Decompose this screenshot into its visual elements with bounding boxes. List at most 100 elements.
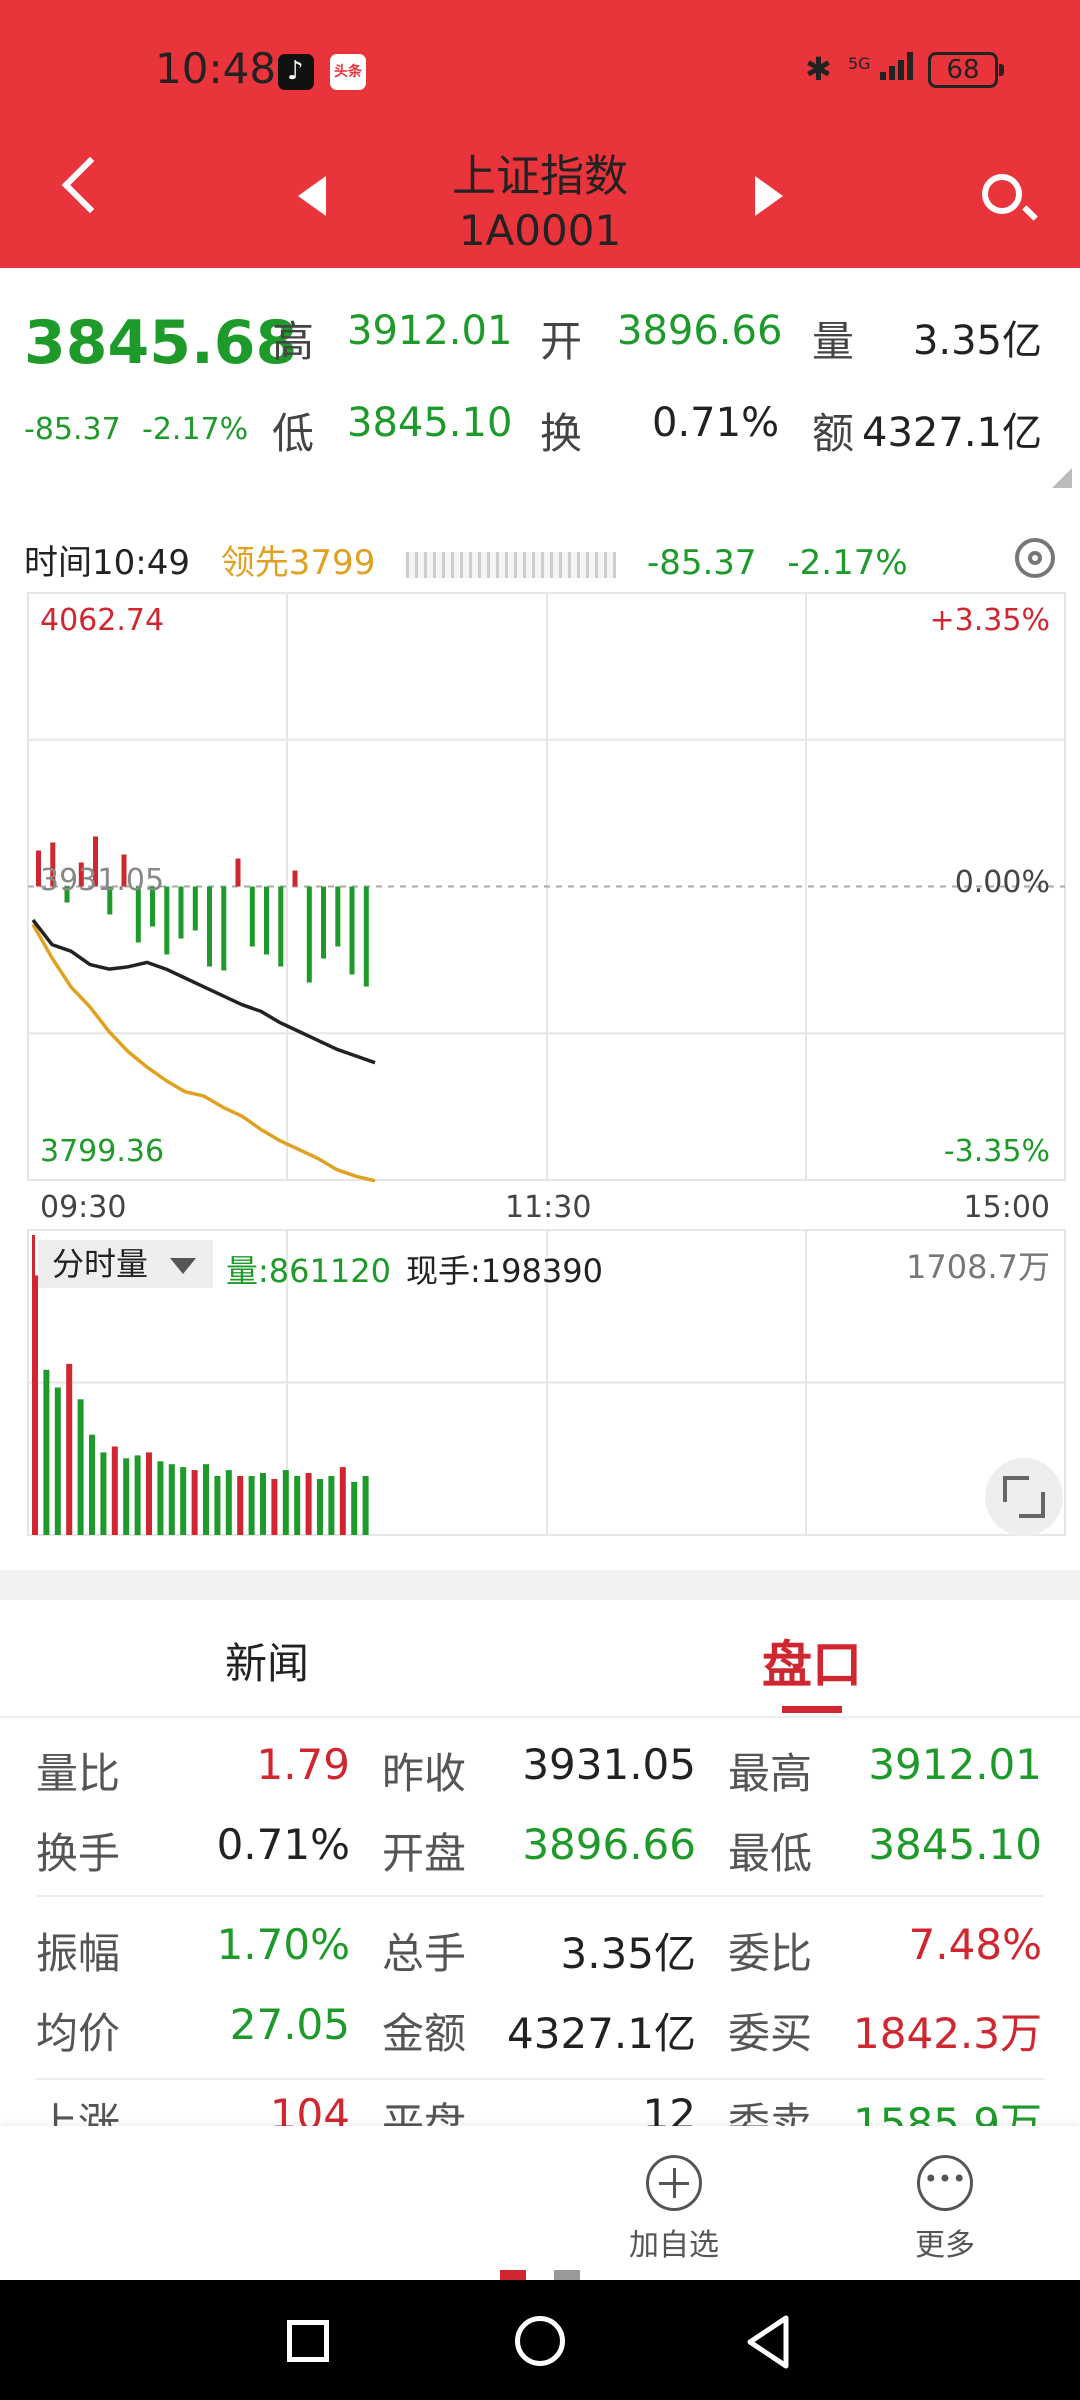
stat-label: 最高 <box>728 1749 813 1798</box>
volume-bar <box>260 1473 266 1535</box>
stat-label: 开盘 <box>382 1829 467 1878</box>
stat-value: 1.79 <box>256 1740 350 1789</box>
previous-stock-icon[interactable] <box>298 176 326 216</box>
volume-total: 量:861120 <box>226 1252 391 1290</box>
home-icon[interactable] <box>515 2316 565 2366</box>
volume-bar <box>271 1479 278 1535</box>
momentum-bar <box>192 886 198 931</box>
volume-bar <box>100 1452 107 1535</box>
volume-max: 1708.7万 <box>906 1248 1050 1286</box>
info-time: 时间10:49 <box>24 543 190 583</box>
volume-bar <box>351 1481 358 1535</box>
next-stock-icon[interactable] <box>755 176 783 216</box>
volume-bar <box>111 1446 118 1535</box>
fullscreen-icon[interactable] <box>985 1458 1063 1536</box>
volume-bar <box>191 1470 198 1535</box>
volume-bar <box>282 1470 289 1535</box>
volume-bar <box>362 1476 369 1535</box>
tiktok-notification-icon <box>278 54 314 90</box>
network-type: 5G <box>848 54 871 73</box>
volume-bar <box>66 1363 73 1535</box>
momentum-bars <box>36 836 369 987</box>
chevron-down-icon <box>170 1258 196 1274</box>
stat-label: 均价 <box>36 2009 121 2058</box>
momentum-bar <box>335 886 341 947</box>
stat-value: 3.35亿 <box>560 1929 696 1978</box>
tab-news[interactable]: 新闻 <box>225 1630 309 1691</box>
volume-bar <box>237 1476 244 1535</box>
volume-value: 3.35亿 <box>912 318 1042 364</box>
volume-bar <box>180 1467 187 1535</box>
intraday-chart[interactable] <box>0 585 1080 1545</box>
stat-value: 3931.05 <box>522 1740 696 1789</box>
stat-value: 27.05 <box>229 2000 350 2049</box>
stat-value: 3896.66 <box>522 1820 696 1869</box>
momentum-bar <box>164 886 170 955</box>
momentum-bar <box>363 886 369 987</box>
page-indicator-active <box>500 2270 526 2280</box>
recent-apps-icon[interactable] <box>287 2320 329 2362</box>
stat-value: 0.71% <box>216 1820 350 1869</box>
amount-value: 4327.1亿 <box>862 410 1042 456</box>
stat-label: 委买 <box>728 2009 813 2058</box>
turnover-value: 0.71% <box>652 400 780 446</box>
add-watchlist-icon[interactable] <box>646 2155 702 2211</box>
page-indicator <box>554 2270 580 2280</box>
momentum-bar <box>306 886 312 983</box>
open-value: 3896.66 <box>617 308 783 354</box>
momentum-bar <box>235 858 241 887</box>
stat-label: 昨收 <box>382 1749 467 1798</box>
turnover-label: 换 <box>540 409 583 458</box>
volume-bar <box>248 1476 255 1535</box>
volume-label: 量 <box>812 317 855 366</box>
volume-bar <box>328 1476 335 1535</box>
stat-value: 7.48% <box>908 1920 1042 1969</box>
chart-mid-price: 3931.05 <box>40 863 165 898</box>
stats-divider <box>36 1895 1044 1897</box>
chart-bottom-price: 3799.36 <box>40 1134 165 1169</box>
gear-icon[interactable] <box>1015 538 1055 578</box>
active-tab-indicator <box>782 1706 842 1713</box>
toutiao-notification-icon: 头条 <box>330 54 366 90</box>
chart-mid-pct: 0.00% <box>954 865 1050 900</box>
status-time: 10:48 <box>155 44 277 93</box>
page-title: 上证指数 <box>452 151 628 202</box>
info-blur <box>406 551 617 578</box>
crosshair-info: 时间10:49 领先3799 -85.37 -2.17% <box>24 535 1024 584</box>
volume-bar <box>89 1434 95 1535</box>
momentum-bar <box>207 886 212 967</box>
expand-quote-corner[interactable] <box>1052 468 1072 488</box>
high-value: 3912.01 <box>347 308 513 354</box>
stats-divider <box>36 2078 1044 2080</box>
tab-order-book[interactable]: 盘口 <box>762 1625 862 1697</box>
stat-label: 换手 <box>36 1829 121 1878</box>
info-change: -85.37 <box>646 543 757 583</box>
more-icon[interactable]: ••• <box>917 2155 973 2211</box>
volume-bar <box>317 1479 323 1535</box>
stat-value: 1.70% <box>216 1920 350 1969</box>
search-icon[interactable] <box>982 174 1022 214</box>
volume-bar <box>123 1458 130 1535</box>
low-value: 3845.10 <box>347 400 513 446</box>
volume-bar <box>225 1470 232 1535</box>
current-hand: 现手:198390 <box>406 1252 603 1290</box>
more-button[interactable]: 更多 <box>865 2220 1025 2264</box>
add-watchlist-button[interactable]: 加自选 <box>594 2220 754 2264</box>
momentum-bar <box>292 870 298 887</box>
stat-value: 3845.10 <box>868 1820 1042 1869</box>
x-tick-1130: 11:30 <box>505 1190 592 1225</box>
price-change: -85.37 <box>24 412 121 447</box>
section-divider <box>0 1570 1080 1600</box>
stock-code: 1A0001 <box>458 206 622 255</box>
momentum-bar <box>321 886 326 959</box>
bluetooth-icon: ✱ <box>805 50 832 88</box>
volume-bar <box>134 1455 141 1536</box>
volume-bar <box>214 1476 221 1535</box>
amount-label: 额 <box>812 409 855 458</box>
volume-bar <box>294 1476 301 1535</box>
high-label: 高 <box>272 317 315 366</box>
back-nav-icon[interactable] <box>742 2314 792 2370</box>
momentum-bar <box>178 886 184 939</box>
chart-top-pct: +3.35% <box>929 603 1050 638</box>
stat-label: 金额 <box>382 2009 467 2058</box>
